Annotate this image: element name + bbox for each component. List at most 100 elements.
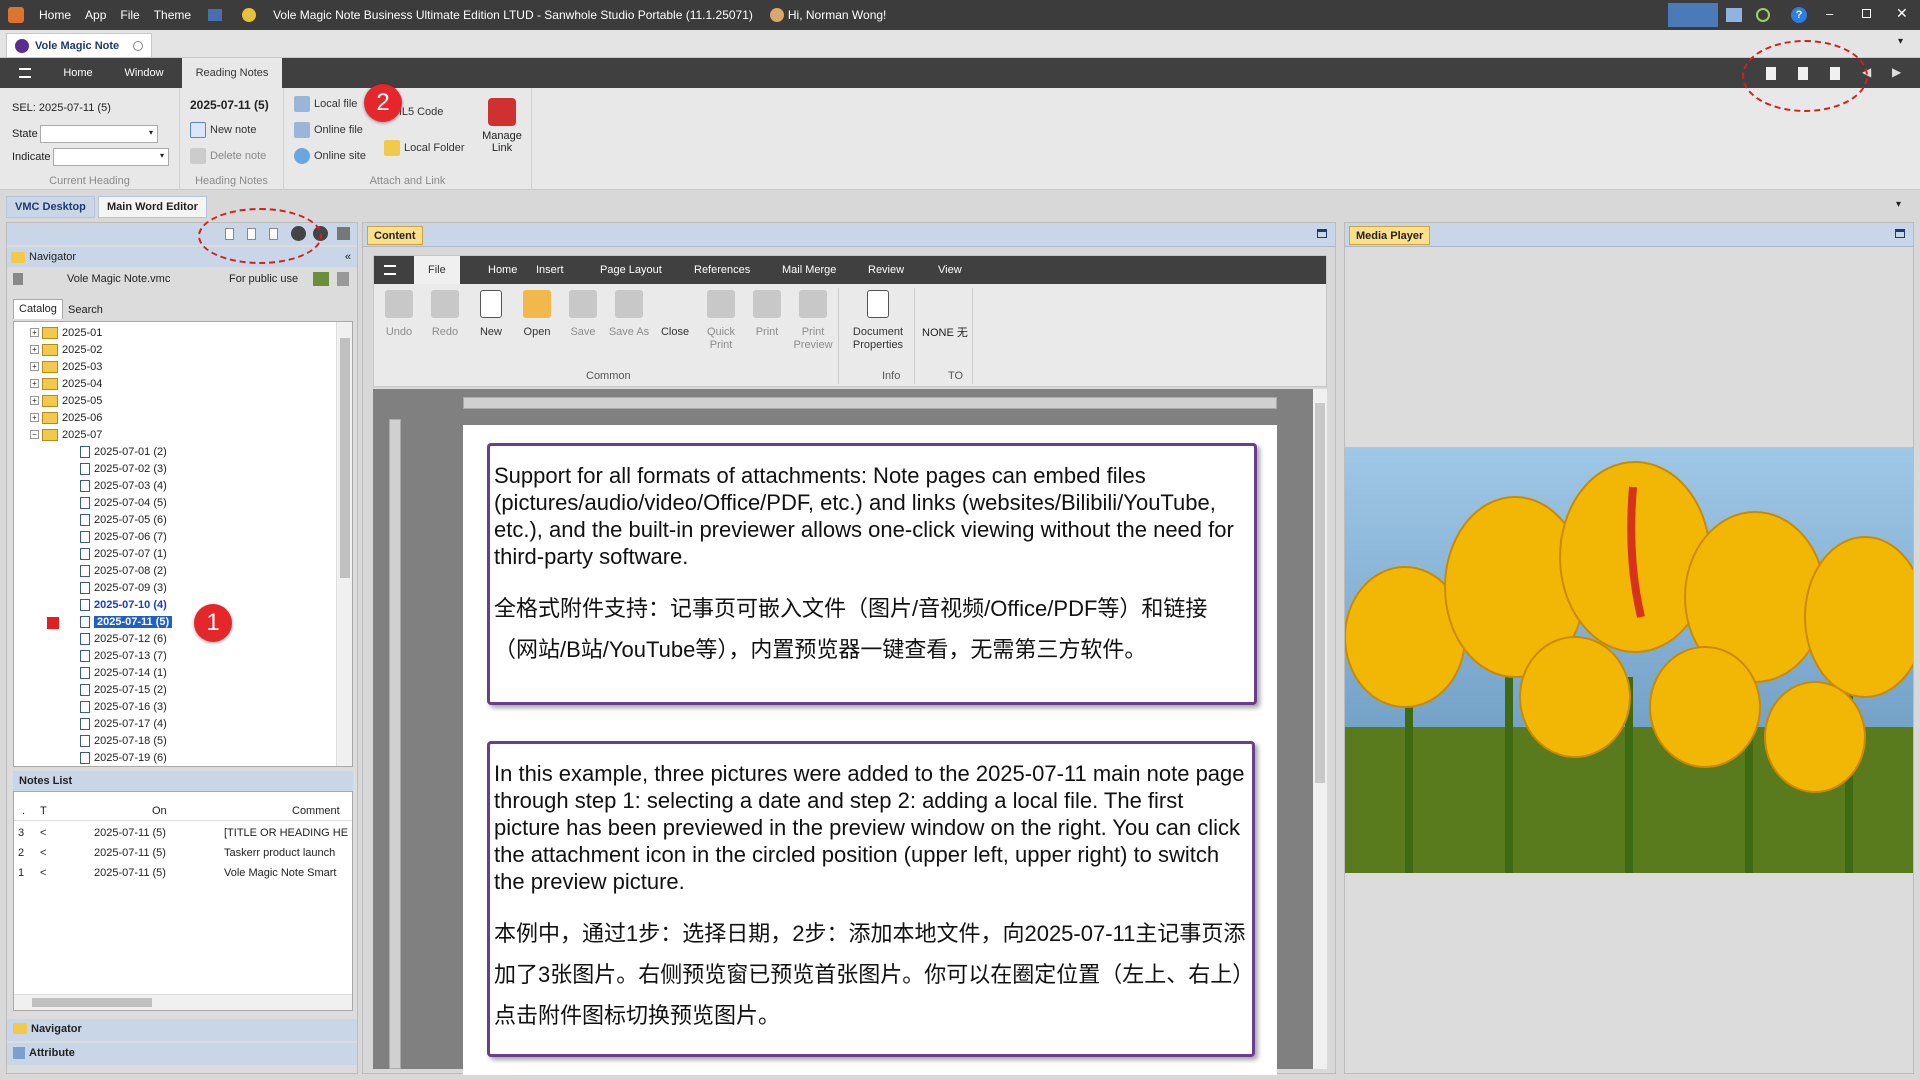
table-row[interactable]: 2 <2025-07-11 (5) Taskerr product launch: [14, 844, 352, 863]
online-site-button[interactable]: Online site: [294, 148, 366, 164]
doc-vscroll[interactable]: [1313, 389, 1327, 1069]
online-file-button[interactable]: Online file: [294, 122, 363, 138]
tab-vmc-desktop[interactable]: VMC Desktop: [6, 196, 95, 218]
quick-print-button[interactable]: Quick Print: [696, 290, 746, 352]
col-on[interactable]: On: [152, 805, 167, 817]
tree-day[interactable]: 2025-07-11 (5): [80, 613, 173, 630]
tree-folder[interactable]: +2025-05: [30, 392, 102, 409]
tree-scrollbar[interactable]: [336, 322, 352, 766]
tree-day[interactable]: 2025-07-13 (7): [80, 647, 167, 664]
document-properties-button[interactable]: Document Properties: [848, 290, 908, 352]
smile-icon[interactable]: [242, 8, 257, 22]
monitor-icon[interactable]: [1726, 8, 1742, 22]
app-icon[interactable]: [8, 7, 24, 23]
tab-home[interactable]: Home: [50, 58, 106, 88]
tree-day[interactable]: 2025-07-16 (3): [80, 698, 167, 715]
tree-day[interactable]: 2025-07-12 (6): [80, 630, 167, 647]
tree-folder[interactable]: +2025-04: [30, 375, 102, 392]
tree-day[interactable]: 2025-07-19 (6): [80, 749, 167, 766]
catalog-tab[interactable]: Catalog: [13, 299, 63, 319]
close-icon[interactable]: ✕: [1896, 5, 1908, 22]
tree-folder[interactable]: −2025-07: [30, 426, 102, 443]
media-player-tab[interactable]: Media Player: [1349, 226, 1431, 245]
minimize-icon[interactable]: –: [1826, 6, 1833, 21]
close-doc-button[interactable]: Close: [650, 290, 700, 338]
none-label[interactable]: NONE 无: [922, 324, 968, 340]
print-preview-button[interactable]: Print Preview: [788, 290, 838, 352]
expand-icon[interactable]: +: [30, 396, 39, 405]
play-icon[interactable]: [337, 227, 350, 240]
redo-button[interactable]: Redo: [420, 290, 470, 338]
tree-day[interactable]: 2025-07-04 (5): [80, 494, 167, 511]
lock-icon[interactable]: [337, 272, 349, 286]
expand-icon[interactable]: +: [30, 413, 39, 422]
tree-day[interactable]: 2025-07-07 (1): [80, 545, 167, 562]
bottom-panel-attribute[interactable]: Attribute: [7, 1043, 357, 1065]
save-as-button[interactable]: Save As: [604, 290, 654, 338]
tree-day[interactable]: 2025-07-15 (2): [80, 681, 167, 698]
menu-theme[interactable]: Theme: [147, 8, 198, 22]
tree-day[interactable]: 2025-07-08 (2): [80, 562, 167, 579]
tree-day[interactable]: 2025-07-18 (5): [80, 732, 167, 749]
word-tab-insert[interactable]: Insert: [536, 256, 564, 284]
tree-day[interactable]: 2025-07-14 (1): [80, 664, 167, 681]
delete-note-button[interactable]: Delete note: [190, 148, 266, 164]
preview-image[interactable]: [1345, 447, 1913, 873]
tree-day[interactable]: 2025-07-09 (3): [80, 579, 167, 596]
tree-folder[interactable]: +2025-02: [30, 341, 102, 358]
tab-close-icon[interactable]: [133, 40, 144, 51]
ribbon-menu-button[interactable]: [8, 58, 42, 88]
notes-hscroll[interactable]: [14, 994, 352, 1010]
expand-icon[interactable]: −: [30, 430, 39, 439]
maximize-icon[interactable]: [1317, 229, 1327, 238]
word-tab-file[interactable]: File: [414, 256, 460, 284]
word-tab-home[interactable]: Home: [488, 256, 517, 284]
tree-day[interactable]: 2025-07-02 (3): [80, 460, 167, 477]
open-button[interactable]: Open: [512, 290, 562, 338]
maximize-icon[interactable]: [1895, 229, 1905, 238]
menu-app[interactable]: App: [78, 8, 113, 22]
tree-day[interactable]: 2025-07-05 (6): [80, 511, 167, 528]
refresh-icon[interactable]: [1756, 8, 1770, 22]
tab-reading-notes[interactable]: Reading Notes: [182, 58, 282, 88]
word-tab-view[interactable]: View: [938, 256, 962, 284]
document-page[interactable]: Support for all formats of attachments: …: [463, 425, 1277, 1075]
print-button[interactable]: Print: [742, 290, 792, 338]
new-note-button[interactable]: New note: [190, 122, 256, 138]
word-tab-review[interactable]: Review: [868, 256, 904, 284]
table-row[interactable]: 1 <2025-07-11 (5) Vole Magic Note Smart: [14, 864, 352, 883]
skin-icon[interactable]: [208, 9, 223, 21]
col-comment[interactable]: Comment: [292, 805, 340, 817]
help-icon[interactable]: ?: [1791, 7, 1807, 23]
tree-day[interactable]: 2025-07-01 (2): [80, 443, 167, 460]
expand-icon[interactable]: +: [30, 362, 39, 371]
next-arrow-icon[interactable]: ▶: [1892, 65, 1901, 79]
expand-icon[interactable]: +: [30, 345, 39, 354]
menu-home[interactable]: Home: [32, 8, 78, 22]
word-tab-mail-merge[interactable]: Mail Merge: [782, 256, 836, 284]
tree-folder[interactable]: +2025-06: [30, 409, 102, 426]
state-dropdown[interactable]: ▾: [40, 125, 158, 143]
tree-day[interactable]: 2025-07-17 (4): [80, 715, 167, 732]
expand-icon[interactable]: +: [30, 379, 39, 388]
doc-tab-vole-magic-note[interactable]: Vole Magic Note: [6, 33, 153, 57]
word-tab-references[interactable]: References: [694, 256, 750, 284]
menu-file[interactable]: File: [113, 8, 146, 22]
layout-dropdown[interactable]: [1668, 3, 1718, 27]
tree-day[interactable]: 2025-07-03 (4): [80, 477, 167, 494]
expand-icon[interactable]: +: [30, 328, 39, 337]
tree-day[interactable]: 2025-07-06 (7): [80, 528, 167, 545]
table-row[interactable]: 3 <2025-07-11 (5) [TITLE OR HEADING HE: [14, 824, 352, 843]
tab-main-word-editor[interactable]: Main Word Editor: [98, 196, 207, 218]
manage-link-button[interactable]: Manage Link: [480, 98, 524, 154]
search-tab[interactable]: Search: [63, 301, 108, 319]
new-button[interactable]: New: [466, 290, 516, 338]
local-file-button[interactable]: Local file: [294, 96, 357, 112]
content-tab[interactable]: Content: [367, 226, 423, 245]
word-tab-page-layout[interactable]: Page Layout: [600, 256, 662, 284]
restore-icon[interactable]: [1862, 9, 1871, 18]
tree-folder[interactable]: +2025-03: [30, 358, 102, 375]
collapse-icon[interactable]: «: [345, 251, 351, 263]
tree-day[interactable]: 2025-07-10 (4): [80, 596, 167, 613]
bottom-panel-navigator[interactable]: Navigator: [7, 1019, 357, 1041]
